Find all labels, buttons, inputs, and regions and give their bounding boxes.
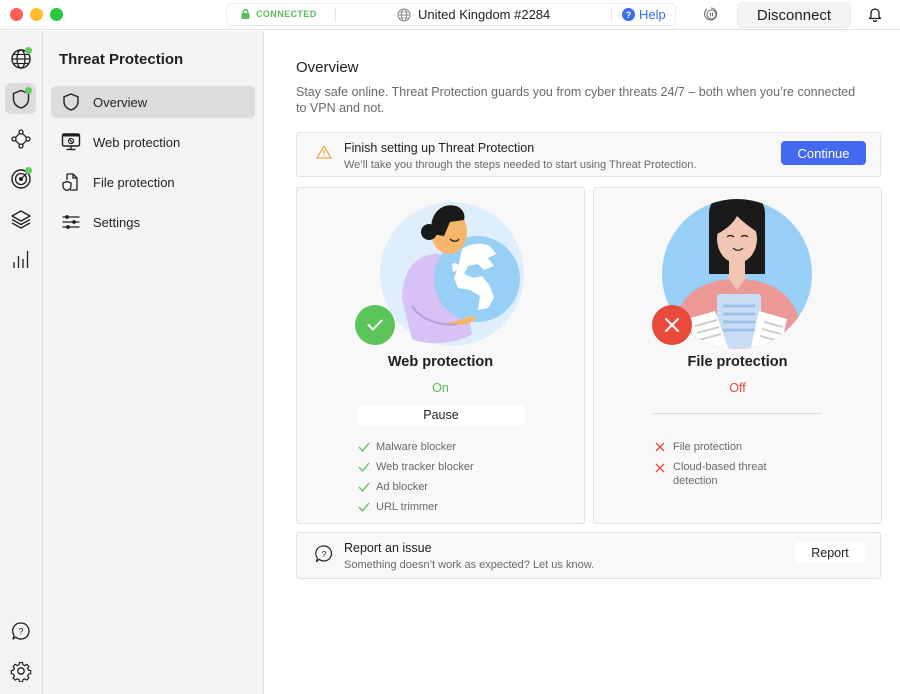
pause-button[interactable]: Pause bbox=[357, 405, 525, 425]
x-icon bbox=[655, 461, 673, 475]
sidebar-item-file-protection[interactable]: File protection bbox=[51, 166, 255, 198]
server-name: United Kingdom #2284 bbox=[418, 7, 551, 22]
notifications-button[interactable] bbox=[868, 6, 882, 27]
help-link[interactable]: ? Help bbox=[622, 7, 666, 22]
report-button[interactable]: Report bbox=[795, 542, 865, 563]
help-bubble-icon: ? bbox=[314, 544, 334, 569]
close-icon bbox=[665, 318, 679, 332]
server-selector[interactable]: United Kingdom #2284 bbox=[397, 7, 550, 22]
status-dot bbox=[25, 87, 32, 94]
check-icon bbox=[358, 440, 376, 454]
shield-icon bbox=[59, 90, 83, 114]
monitor-block-icon bbox=[59, 130, 83, 154]
feature-item: Malware blocker bbox=[358, 440, 496, 454]
rail-item-dark-web-monitor[interactable] bbox=[5, 163, 36, 194]
check-icon bbox=[367, 319, 383, 331]
minimize-window-button[interactable] bbox=[30, 8, 43, 21]
file-shield-icon bbox=[59, 170, 83, 194]
pause-connection-button[interactable] bbox=[703, 6, 719, 27]
rail-item-meshnet[interactable] bbox=[5, 123, 36, 154]
connection-status-label: CONNECTED bbox=[256, 9, 317, 19]
status-x-badge bbox=[652, 305, 692, 345]
feature-item: Cloud-based threat detection bbox=[655, 460, 793, 488]
report-subtitle: Something doesn’t work as expected? Let … bbox=[344, 559, 595, 571]
disconnect-button[interactable]: Disconnect bbox=[737, 2, 851, 28]
report-issue-panel: ? Report an issue Something doesn’t work… bbox=[296, 532, 881, 579]
check-icon bbox=[358, 500, 376, 514]
sidebar: Threat Protection Overview Web protectio… bbox=[43, 31, 264, 694]
rail-item-stats[interactable] bbox=[5, 243, 36, 274]
pause-icon bbox=[704, 7, 718, 21]
status-check-badge bbox=[355, 305, 395, 345]
feature-list: Malware blocker Web tracker blocker Ad b… bbox=[358, 440, 496, 520]
layers-icon bbox=[10, 209, 31, 229]
connection-bar: CONNECTED United Kingdom #2284 ? Help bbox=[226, 3, 676, 26]
divider bbox=[652, 413, 822, 414]
help-icon: ? bbox=[622, 8, 635, 21]
report-title: Report an issue bbox=[344, 541, 432, 555]
sidebar-item-settings[interactable]: Settings bbox=[51, 206, 255, 238]
feature-item: Ad blocker bbox=[358, 480, 496, 494]
globe-icon bbox=[397, 8, 411, 21]
gear-icon bbox=[10, 661, 31, 682]
setup-banner: Finish setting up Threat Protection We’l… bbox=[296, 132, 881, 177]
feature-list: File protection Cloud-based threat detec… bbox=[655, 440, 793, 494]
bar-chart-icon bbox=[12, 250, 28, 268]
zoom-window-button[interactable] bbox=[50, 8, 63, 21]
feature-item: Web tracker blocker bbox=[358, 460, 496, 474]
rail-item-vpn[interactable] bbox=[5, 43, 36, 74]
page-title: Overview bbox=[296, 59, 359, 76]
sidebar-item-label: File protection bbox=[93, 174, 175, 190]
status-dot bbox=[25, 47, 32, 54]
sidebar-item-label: Settings bbox=[93, 214, 140, 230]
connection-status: CONNECTED bbox=[241, 9, 317, 19]
lock-icon bbox=[241, 9, 250, 19]
bell-icon bbox=[868, 8, 882, 23]
icon-rail: ? bbox=[0, 31, 43, 694]
svg-text:?: ? bbox=[322, 549, 327, 559]
check-icon bbox=[358, 460, 376, 474]
help-bubble-icon: ? bbox=[11, 621, 30, 640]
help-label: Help bbox=[639, 7, 666, 22]
card-title: Web protection bbox=[387, 354, 494, 370]
rail-item-settings[interactable] bbox=[5, 655, 36, 686]
rail-item-threat-protection[interactable] bbox=[5, 83, 36, 114]
page-description: Stay safe online. Threat Protection guar… bbox=[296, 85, 856, 115]
close-window-button[interactable] bbox=[10, 8, 23, 21]
meshnet-icon bbox=[10, 128, 31, 149]
banner-title: Finish setting up Threat Protection bbox=[344, 141, 535, 155]
feature-item: File protection bbox=[655, 440, 793, 454]
main-content: Overview Stay safe online. Threat Protec… bbox=[265, 31, 900, 694]
status-label: On bbox=[432, 381, 449, 395]
feature-item: URL trimmer bbox=[358, 500, 496, 514]
file-protection-card: File protection Off File protection Clou… bbox=[593, 187, 882, 524]
sidebar-item-overview[interactable]: Overview bbox=[51, 86, 255, 118]
title-bar: CONNECTED United Kingdom #2284 ? Help Di… bbox=[0, 0, 900, 30]
divider bbox=[611, 8, 612, 22]
web-protection-card: Web protection On Pause Malware blocker … bbox=[296, 187, 585, 524]
divider bbox=[335, 8, 336, 22]
continue-button[interactable]: Continue bbox=[781, 141, 866, 165]
status-label: Off bbox=[729, 381, 746, 395]
x-icon bbox=[655, 440, 673, 454]
sidebar-item-label: Overview bbox=[93, 94, 148, 110]
warning-icon bbox=[316, 145, 332, 164]
check-icon bbox=[358, 480, 376, 494]
svg-text:?: ? bbox=[18, 626, 23, 636]
banner-subtitle: We’ll take you through the steps needed … bbox=[344, 159, 697, 171]
rail-item-layers[interactable] bbox=[5, 203, 36, 234]
status-dot bbox=[25, 167, 32, 174]
sidebar-item-web-protection[interactable]: Web protection bbox=[51, 126, 255, 158]
sidebar-item-label: Web protection bbox=[93, 134, 181, 150]
card-title: File protection bbox=[687, 354, 788, 370]
sidebar-title: Threat Protection bbox=[59, 51, 184, 68]
sliders-icon bbox=[59, 210, 83, 234]
rail-item-help[interactable]: ? bbox=[5, 615, 36, 646]
